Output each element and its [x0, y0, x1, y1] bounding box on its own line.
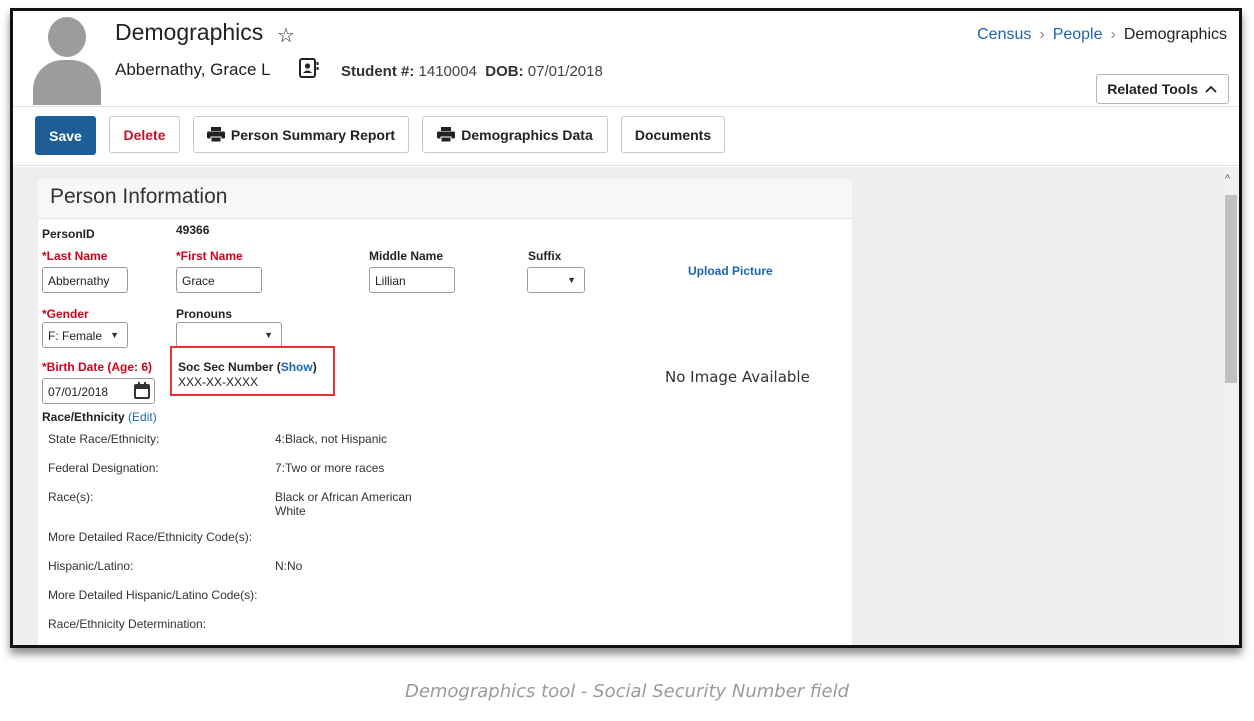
person-information-panel: Person Information PersonID 49366 *Last … — [38, 179, 852, 645]
person-summary-label: Person Summary Report — [230, 126, 396, 143]
printer-icon — [437, 127, 456, 142]
app-window: Demographics ☆ Abbernathy, Grace L Stude… — [10, 8, 1242, 648]
chevron-down-icon: ▼ — [110, 330, 119, 340]
ssn-value: XXX-XX-XXXX — [178, 375, 259, 389]
suffix-select[interactable]: ▼ — [527, 267, 585, 293]
related-tools-label: Related Tools — [1107, 81, 1198, 97]
page-header: Demographics ☆ Abbernathy, Grace L Stude… — [13, 11, 1239, 107]
delete-button[interactable]: Delete — [109, 116, 180, 153]
birth-date-label: *Birth Date (Age: 6) — [42, 360, 153, 374]
action-toolbar: Save Delete Person Summary Report Demogr… — [13, 108, 1239, 166]
person-summary-report-button[interactable]: Person Summary Report — [193, 116, 409, 153]
person-id-label: PersonID — [42, 227, 95, 241]
printer-icon — [206, 127, 225, 142]
no-image-text: No Image Available — [665, 368, 810, 386]
row-value: 7:Two or more races — [275, 461, 385, 475]
row-label: Race/Ethnicity Determination: — [48, 617, 207, 631]
breadcrumb-census[interactable]: Census — [977, 26, 1031, 43]
breadcrumb-people[interactable]: People — [1053, 26, 1103, 43]
save-button[interactable]: Save — [35, 116, 96, 155]
panel-title: Person Information — [50, 185, 228, 208]
student-number-label: Student #: — [341, 63, 415, 80]
gender-select[interactable]: F: Female ▼ — [42, 322, 128, 348]
row-label: More Detailed Race/Ethnicity Code(s): — [48, 530, 253, 544]
demographics-data-label: Demographics Data — [461, 126, 593, 143]
demographics-data-button[interactable]: Demographics Data — [422, 116, 608, 153]
vertical-scrollbar[interactable]: ^ — [1223, 167, 1239, 645]
related-tools-button[interactable]: Related Tools — [1096, 74, 1229, 104]
student-number: 1410004 — [418, 63, 477, 80]
breadcrumb-current: Demographics — [1123, 26, 1227, 43]
middle-name-label: Middle Name — [369, 249, 444, 263]
pronouns-label: Pronouns — [176, 307, 232, 321]
chevron-down-icon: ▼ — [264, 330, 273, 340]
last-name-field[interactable]: Abbernathy — [42, 267, 128, 293]
chevron-up-icon — [1205, 85, 1217, 93]
row-label: Federal Designation: — [48, 461, 159, 475]
row-value: N:No — [275, 559, 303, 573]
race-ethnicity-label: Race/Ethnicity (Edit) — [42, 410, 157, 424]
gender-value: F: Female — [48, 329, 103, 343]
first-name-label: *First Name — [176, 249, 243, 263]
chevron-down-icon: ▼ — [567, 275, 576, 285]
scrollbar-thumb[interactable] — [1225, 195, 1237, 383]
race-edit-link[interactable]: (Edit) — [128, 410, 157, 424]
pronouns-select[interactable]: ▼ — [176, 322, 282, 348]
first-name-field[interactable]: Grace — [176, 267, 262, 293]
avatar — [33, 17, 101, 105]
dob-value: 07/01/2018 — [527, 63, 603, 80]
panel-header: Person Information — [38, 179, 852, 219]
contact-card-icon[interactable] — [299, 58, 319, 78]
person-id-value: 49366 — [176, 223, 210, 237]
suffix-label: Suffix — [528, 249, 562, 263]
calendar-icon[interactable] — [134, 382, 150, 399]
row-label: Race(s): — [48, 490, 94, 504]
student-name: Abbernathy, Grace L — [115, 60, 271, 79]
content-area: Person Information PersonID 49366 *Last … — [13, 167, 1239, 645]
page-title: Demographics — [115, 19, 264, 45]
row-label: Hispanic/Latino: — [48, 559, 134, 573]
middle-name-field[interactable]: Lillian — [369, 267, 455, 293]
scroll-up-icon[interactable]: ^ — [1225, 173, 1230, 185]
figure-caption: Demographics tool - Social Security Numb… — [404, 681, 850, 702]
row-label: More Detailed Hispanic/Latino Code(s): — [48, 588, 258, 602]
gender-label: *Gender — [42, 307, 89, 321]
row-value: 4:Black, not Hispanic — [275, 432, 388, 446]
breadcrumb: Census › People › Demographics — [977, 26, 1227, 43]
star-icon[interactable]: ☆ — [277, 23, 295, 48]
row-value-2: White — [275, 504, 306, 518]
row-label: State Race/Ethnicity: — [48, 432, 160, 446]
last-name-label: *Last Name — [42, 249, 108, 263]
documents-button[interactable]: Documents — [621, 116, 725, 153]
dob-label: DOB: — [485, 63, 524, 80]
student-meta: Student #: 1410004 DOB: 07/01/2018 — [341, 63, 603, 80]
ssn-label: Soc Sec Number (Show) — [178, 360, 317, 374]
upload-picture-link[interactable]: Upload Picture — [688, 264, 773, 278]
ssn-show-link[interactable]: Show — [281, 360, 313, 374]
row-value: Black or African American — [275, 490, 412, 504]
